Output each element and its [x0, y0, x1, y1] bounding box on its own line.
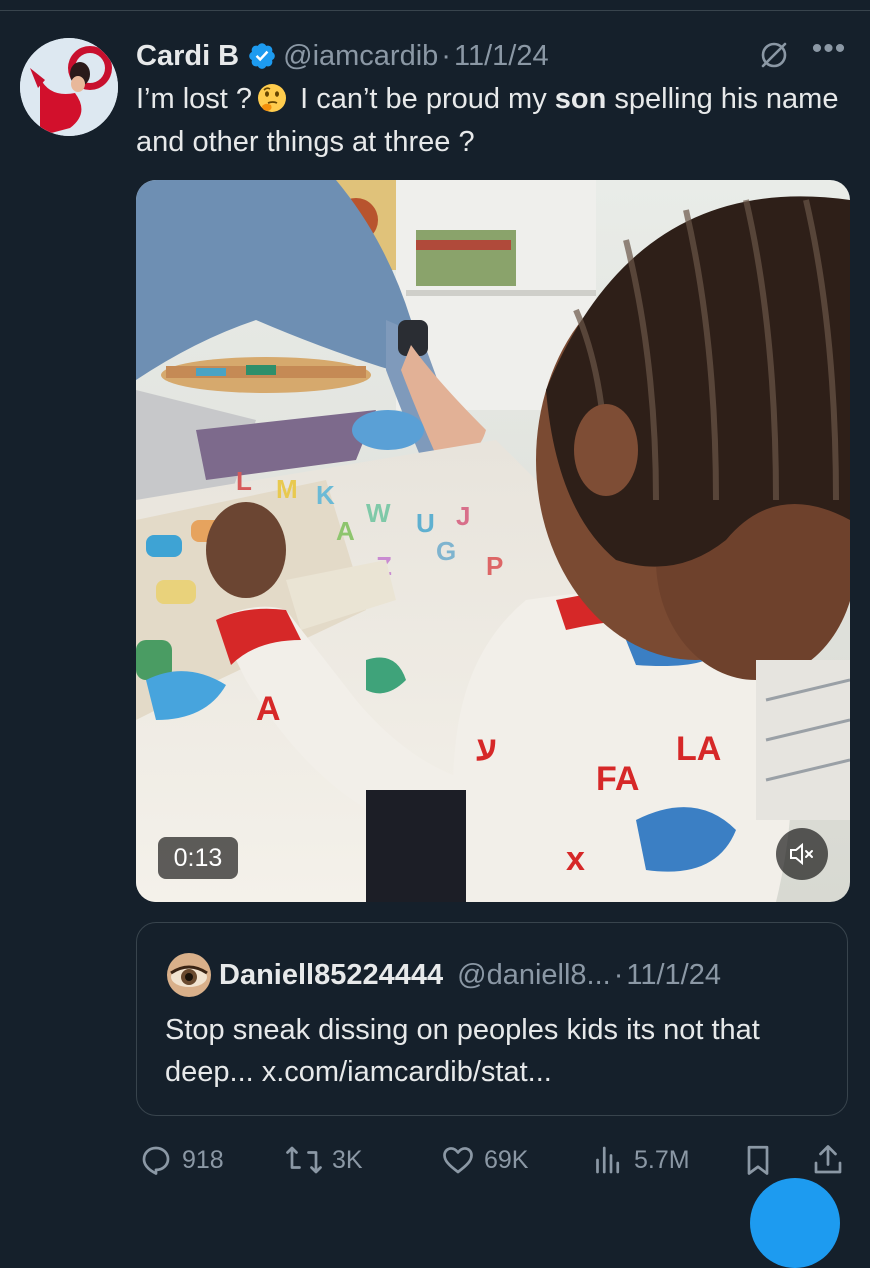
more-icon[interactable]: ••• [808, 34, 850, 70]
tweet-text-part: I can’t be proud my [292, 83, 555, 115]
views-icon [596, 1146, 620, 1174]
svg-text:J: J [456, 501, 470, 531]
reply-button[interactable]: 918 [138, 1140, 224, 1180]
tweet-header: Cardi B @iamcardib · 11/1/24 [136, 36, 549, 76]
svg-text:P: P [486, 551, 503, 581]
svg-text:L: L [236, 466, 252, 496]
grok-icon[interactable] [757, 38, 791, 72]
svg-text:U: U [416, 508, 435, 538]
author-name[interactable]: Cardi B [136, 40, 239, 73]
like-count: 69K [484, 1145, 529, 1174]
repost-button[interactable]: 3K [284, 1140, 363, 1180]
tweet-date[interactable]: 11/1/24 [454, 40, 549, 73]
quoted-avatar [167, 953, 211, 997]
action-bar: 918 3K 69K 5.7M [0, 1140, 870, 1180]
svg-text:M: M [276, 474, 298, 504]
tweet-text: I’m lost ? I can’t be proud my son spell… [136, 78, 856, 164]
bookmark-icon [747, 1145, 769, 1175]
svg-text:K: K [316, 480, 335, 510]
svg-text:ע: ע [476, 730, 497, 768]
tweet-text-bold: son [554, 83, 607, 115]
like-button[interactable]: 69K [440, 1140, 528, 1180]
quoted-header: Daniell85224444 @daniell8... · 11/1/24 [219, 953, 721, 997]
top-divider [0, 10, 870, 11]
heart-icon [443, 1147, 473, 1174]
svg-text:FA: FA [596, 760, 639, 798]
reply-icon [142, 1146, 170, 1175]
svg-text:G: G [436, 536, 456, 566]
views-button[interactable]: 5.7M [590, 1140, 690, 1180]
quoted-separator: · [613, 958, 624, 991]
views-count: 5.7M [634, 1145, 690, 1174]
separator: · [441, 39, 451, 72]
thinking-face-emoji [258, 84, 287, 112]
reply-count: 918 [182, 1145, 224, 1174]
video-player[interactable]: L M K W U J G Z P A A LA FA ע x [136, 180, 850, 902]
quoted-date: 11/1/24 [626, 958, 721, 991]
svg-text:LA: LA [676, 730, 721, 768]
compose-button[interactable] [750, 1178, 840, 1268]
author-handle[interactable]: @iamcardib [283, 40, 438, 73]
quoted-text: Stop sneak dissing on peoples kids its n… [165, 1014, 760, 1088]
volume-muted-icon[interactable] [776, 828, 828, 880]
verified-badge-icon [249, 43, 275, 69]
share-button[interactable] [810, 1140, 854, 1180]
svg-text:A: A [256, 690, 281, 728]
video-timestamp: 0:13 [158, 837, 238, 879]
quoted-tweet[interactable]: Daniell85224444 @daniell8... · 11/1/24 S… [136, 922, 848, 1116]
bookmark-button[interactable] [740, 1140, 784, 1180]
quoted-author-handle: @daniell8... [457, 958, 611, 991]
repost-count: 3K [332, 1145, 363, 1174]
tweet-text-part: I’m lost ? [136, 83, 253, 115]
svg-text:A: A [336, 516, 355, 546]
share-icon [814, 1145, 842, 1174]
repost-icon [286, 1146, 322, 1174]
svg-text:W: W [366, 498, 391, 528]
author-avatar[interactable] [20, 38, 118, 136]
video-frame: L M K W U J G Z P A A LA FA ע x [136, 180, 850, 902]
quoted-author-name: Daniell85224444 [219, 958, 444, 991]
svg-text:x: x [566, 840, 585, 878]
